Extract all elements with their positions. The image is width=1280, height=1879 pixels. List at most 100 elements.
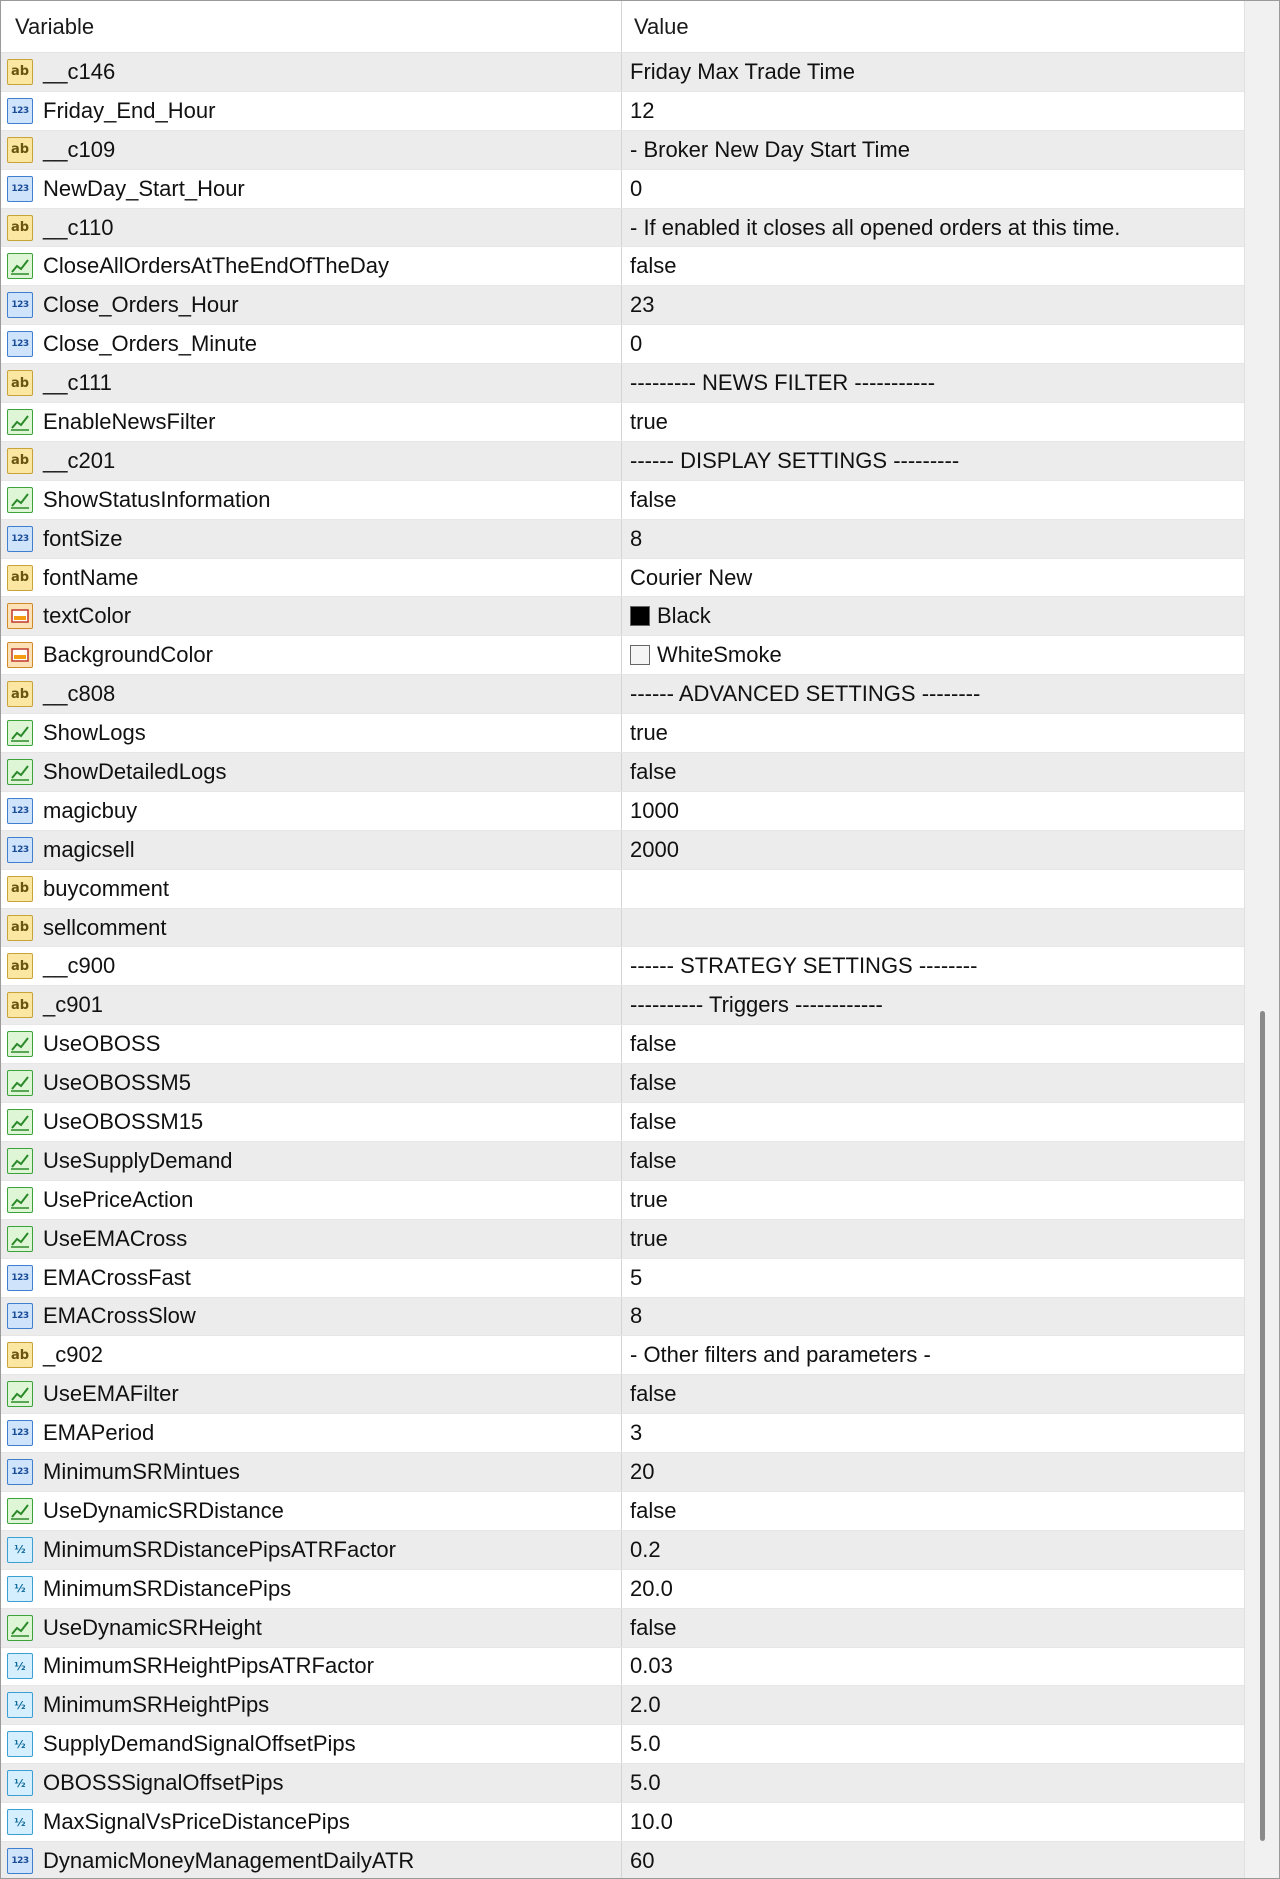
variable-cell[interactable]: ab __c110	[1, 208, 622, 247]
value-cell[interactable]: ------ DISPLAY SETTINGS ---------	[622, 442, 1244, 480]
variable-cell[interactable]: ab fontName	[1, 558, 622, 597]
value-cell[interactable]: 8	[622, 520, 1244, 558]
value-cell[interactable]: false	[622, 1492, 1244, 1530]
value-cell[interactable]: 0.2	[622, 1531, 1244, 1569]
variable-cell[interactable]: ShowLogs	[1, 714, 622, 753]
variable-cell[interactable]: ShowStatusInformation	[1, 480, 622, 519]
value-cell[interactable]: 12	[622, 92, 1244, 130]
variable-cell[interactable]: UseSupplyDemand	[1, 1141, 622, 1180]
variable-cell[interactable]: ab _c902	[1, 1336, 622, 1375]
variable-cell[interactable]: UseOBOSSM15	[1, 1103, 622, 1141]
value-cell[interactable]: - Broker New Day Start Time	[622, 131, 1244, 169]
table-row[interactable]: textColor Black	[1, 597, 1244, 637]
variable-cell[interactable]: 123 magicsell	[1, 830, 622, 869]
table-row[interactable]: ½ OBOSSSignalOffsetPips 5.0	[1, 1764, 1244, 1804]
variable-cell[interactable]: UseDynamicSRHeight	[1, 1608, 622, 1647]
value-cell[interactable]: - If enabled it closes all opened orders…	[622, 209, 1244, 247]
table-row[interactable]: 123 DynamicMoneyManagementDailyATR 60	[1, 1841, 1244, 1878]
value-cell[interactable]: 8	[622, 1298, 1244, 1336]
value-cell[interactable]: true	[622, 1181, 1244, 1219]
variable-cell[interactable]: ½ MinimumSRHeightPipsATRFactor	[1, 1647, 622, 1686]
table-row[interactable]: ab __c110 - If enabled it closes all opene…	[1, 208, 1244, 248]
variable-cell[interactable]: UsePriceAction	[1, 1180, 622, 1219]
table-row[interactable]: ab __c111 --------- NEWS FILTER ----------…	[1, 364, 1244, 404]
variable-cell[interactable]: ab __c109	[1, 130, 622, 169]
table-row[interactable]: ab _c902 - Other filters and parameters -	[1, 1336, 1244, 1376]
value-cell[interactable]: false	[622, 1064, 1244, 1102]
scrollbar-thumb[interactable]	[1260, 1011, 1265, 1841]
table-row[interactable]: 123 NewDay_Start_Hour 0	[1, 169, 1244, 209]
variable-cell[interactable]: UseOBOSSM5	[1, 1064, 622, 1103]
value-cell[interactable]: false	[622, 1142, 1244, 1180]
value-cell[interactable]: false	[622, 1375, 1244, 1413]
value-cell[interactable]: true	[622, 1220, 1244, 1258]
value-cell[interactable]: 60	[622, 1842, 1244, 1878]
variable-cell[interactable]: 123 fontSize	[1, 519, 622, 558]
table-row[interactable]: ShowStatusInformation false	[1, 480, 1244, 520]
column-header-variable[interactable]: Variable	[1, 1, 622, 52]
value-cell[interactable]: Friday Max Trade Time	[622, 53, 1244, 91]
table-row[interactable]: 123 magicbuy 1000	[1, 791, 1244, 831]
table-row[interactable]: 123 magicsell 2000	[1, 830, 1244, 870]
variable-cell[interactable]: ½ MinimumSRHeightPips	[1, 1686, 622, 1725]
variable-cell[interactable]: ab __c900	[1, 947, 622, 986]
variable-cell[interactable]: UseOBOSS	[1, 1025, 622, 1064]
value-cell[interactable]: --------- NEWS FILTER -----------	[622, 364, 1244, 402]
value-cell[interactable]: 3	[622, 1414, 1244, 1452]
table-row[interactable]: UseSupplyDemand false	[1, 1141, 1244, 1181]
table-row[interactable]: UseEMAFilter false	[1, 1375, 1244, 1415]
variable-cell[interactable]: CloseAllOrdersAtTheEndOfTheDay	[1, 247, 622, 286]
value-cell[interactable]: 0.03	[622, 1648, 1244, 1686]
value-cell[interactable]: Black	[622, 597, 1244, 635]
value-cell[interactable]: false	[622, 1025, 1244, 1063]
value-cell[interactable]: 20	[622, 1453, 1244, 1491]
variable-cell[interactable]: ½ MinimumSRDistancePipsATRFactor	[1, 1530, 622, 1569]
variable-cell[interactable]: UseEMACross	[1, 1219, 622, 1258]
value-cell[interactable]: 5.0	[622, 1764, 1244, 1802]
table-row[interactable]: 123 MinimumSRMintues 20	[1, 1453, 1244, 1492]
value-cell[interactable]: - Other filters and parameters -	[622, 1336, 1244, 1374]
value-cell[interactable]: 2000	[622, 831, 1244, 869]
table-row[interactable]: BackgroundColor WhiteSmoke	[1, 636, 1244, 676]
variable-cell[interactable]: 123 Close_Orders_Hour	[1, 286, 622, 325]
variable-cell[interactable]: ab buycomment	[1, 869, 622, 908]
table-row[interactable]: ab buycomment	[1, 869, 1244, 909]
table-row[interactable]: ab _c901 ---------- Triggers ------------	[1, 986, 1244, 1026]
table-row[interactable]: UseOBOSSM15 false	[1, 1103, 1244, 1142]
value-cell[interactable]: WhiteSmoke	[622, 636, 1244, 674]
table-row[interactable]: ½ MinimumSRHeightPips 2.0	[1, 1686, 1244, 1726]
table-row[interactable]: 123 Close_Orders_Hour 23	[1, 286, 1244, 326]
variable-cell[interactable]: 123 NewDay_Start_Hour	[1, 169, 622, 208]
value-cell[interactable]: false	[622, 1609, 1244, 1647]
table-row[interactable]: UseDynamicSRDistance false	[1, 1491, 1244, 1531]
table-row[interactable]: 123 EMACrossSlow 8	[1, 1297, 1244, 1337]
variable-cell[interactable]: EnableNewsFilter	[1, 403, 622, 441]
variable-cell[interactable]: ab sellcomment	[1, 908, 622, 947]
value-cell[interactable]: true	[622, 714, 1244, 752]
value-cell[interactable]: false	[622, 753, 1244, 791]
value-cell[interactable]: 1000	[622, 792, 1244, 830]
table-row[interactable]: 123 Friday_End_Hour 12	[1, 91, 1244, 131]
variable-cell[interactable]: 123 DynamicMoneyManagementDailyATR	[1, 1841, 622, 1878]
table-row[interactable]: 123 fontSize 8	[1, 519, 1244, 559]
variable-cell[interactable]: ½ MinimumSRDistancePips	[1, 1569, 622, 1608]
table-row[interactable]: UsePriceAction true	[1, 1180, 1244, 1220]
value-cell[interactable]	[622, 909, 1244, 947]
value-cell[interactable]: false	[622, 247, 1244, 285]
value-cell[interactable]: ------ ADVANCED SETTINGS --------	[622, 675, 1244, 713]
variable-cell[interactable]: textColor	[1, 597, 622, 636]
table-row[interactable]: ab __c146 Friday Max Trade Time	[1, 53, 1244, 92]
table-row[interactable]: ShowDetailedLogs false	[1, 753, 1244, 792]
variable-cell[interactable]: UseEMAFilter	[1, 1375, 622, 1414]
value-cell[interactable]: true	[622, 403, 1244, 441]
table-row[interactable]: ab __c808 ------ ADVANCED SETTINGS -------…	[1, 675, 1244, 715]
table-row[interactable]: ab __c201 ------ DISPLAY SETTINGS --------…	[1, 441, 1244, 481]
variable-cell[interactable]: 123 EMACrossFast	[1, 1258, 622, 1297]
table-row[interactable]: ShowLogs true	[1, 714, 1244, 754]
table-row[interactable]: 123 EMAPeriod 3	[1, 1414, 1244, 1454]
table-row[interactable]: UseOBOSS false	[1, 1025, 1244, 1065]
value-cell[interactable]: Courier New	[622, 559, 1244, 597]
value-cell[interactable]: 23	[622, 286, 1244, 324]
table-row[interactable]: UseDynamicSRHeight false	[1, 1608, 1244, 1648]
variable-cell[interactable]: ab __c111	[1, 364, 622, 403]
